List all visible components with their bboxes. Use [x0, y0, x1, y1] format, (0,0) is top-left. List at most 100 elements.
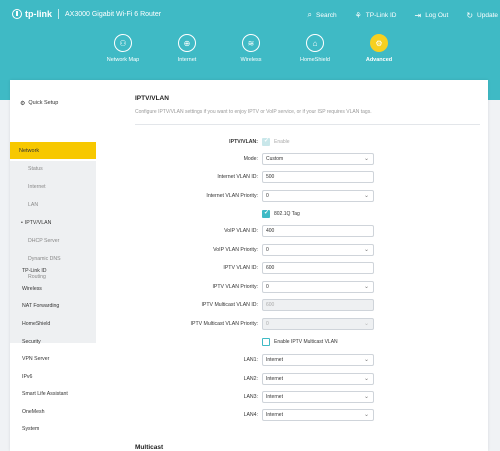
iptv-vlan-priority-value: 0	[266, 284, 269, 290]
lan2-select[interactable]: Internet ⌄	[262, 373, 374, 385]
sidebar-item-system[interactable]: System	[10, 421, 96, 437]
update-link[interactable]: ↻ Update	[466, 10, 498, 20]
search-icon: ⌕	[307, 10, 312, 19]
multicast-vlan-id-row: IPTV Multicast VLAN ID: 600	[135, 299, 480, 311]
lan3-value: Internet	[266, 394, 283, 400]
lan1-label: LAN1:	[243, 357, 258, 363]
lan4-row: LAN4: Internet ⌄	[135, 409, 480, 421]
search-label: Search	[316, 11, 337, 19]
nav-network-map[interactable]: ⚇ Network Map	[93, 32, 153, 63]
nav-label: Wireless	[240, 57, 262, 63]
update-label: Update	[477, 11, 498, 19]
internet-vlan-id-row: Internet VLAN ID: 500	[135, 171, 480, 183]
wifi-icon: ≋	[242, 34, 260, 52]
enable-multicast-checkbox[interactable]	[262, 338, 270, 346]
mode-label: Mode:	[243, 156, 258, 162]
multicast-vlan-priority-select[interactable]: 0 ⌄	[262, 318, 374, 330]
chevron-down-icon: ⌄	[363, 156, 369, 162]
chevron-down-icon: ⌄	[363, 394, 369, 400]
main-nav: ⚇ Network Map ⊕ Internet ≋ Wireless ⌂ Ho…	[0, 32, 500, 72]
iptv-vlan-id-row: IPTV VLAN ID: 600	[135, 262, 480, 274]
sidebar-item-network[interactable]: Network	[10, 142, 96, 159]
sidebar-item-security[interactable]: Security	[10, 334, 96, 350]
tp-link-id-link[interactable]: ⚘ TP-Link ID	[355, 10, 397, 20]
submenu-lan[interactable]: LAN	[10, 197, 96, 213]
multicast-vlan-priority-row: IPTV Multicast VLAN Priority: 0 ⌄	[135, 318, 480, 330]
sidebar-item-onemesh[interactable]: OneMesh	[10, 404, 96, 420]
lan3-select[interactable]: Internet ⌄	[262, 391, 374, 403]
chevron-down-icon: ⌄	[363, 193, 369, 199]
chevron-down-icon: ⌄	[363, 284, 369, 290]
gear-icon: ⚙	[370, 34, 388, 52]
globe-icon: ⊕	[178, 34, 196, 52]
voip-vlan-priority-value: 0	[266, 247, 269, 253]
submenu-internet[interactable]: Internet	[10, 179, 96, 195]
iptv-vlan-id-field[interactable]: 600	[262, 262, 374, 274]
tag-checkbox[interactable]	[262, 209, 270, 218]
nav-homeshield[interactable]: ⌂ HomeShield	[285, 32, 345, 63]
person-icon: ⚘	[354, 10, 362, 20]
lan2-label: LAN2:	[243, 376, 258, 382]
internet-vlan-priority-select[interactable]: 0 ⌄	[262, 190, 374, 202]
chevron-down-icon: ⌄	[363, 376, 369, 382]
search-link[interactable]: ⌕ Search	[308, 10, 337, 20]
sidebar-item-vpn-server[interactable]: VPN Server	[10, 351, 96, 367]
multicast-vlan-id-label: IPTV Multicast VLAN ID:	[201, 302, 258, 308]
nav-label: Internet	[177, 57, 197, 63]
multicast-vlan-priority-label: IPTV Multicast VLAN Priority:	[190, 321, 258, 327]
tp-link-logo[interactable]: tp-link AX3000 Gigabit Wi-Fi 6 Router	[12, 9, 161, 19]
nav-advanced[interactable]: ⚙ Advanced	[349, 32, 409, 63]
enable-checkbox[interactable]	[262, 137, 270, 146]
lan1-select[interactable]: Internet ⌄	[262, 354, 374, 366]
lan4-label: LAN4:	[243, 412, 258, 418]
gear-icon: ⚙	[20, 100, 26, 107]
logo-divider	[58, 9, 59, 19]
internet-vlan-id-field[interactable]: 500	[262, 171, 374, 183]
tp-link-id-label: TP-Link ID	[365, 11, 397, 19]
iptv-vlan-priority-select[interactable]: 0 ⌄	[262, 281, 374, 293]
enable-label: Enable	[274, 139, 290, 145]
nav-internet[interactable]: ⊕ Internet	[157, 32, 217, 63]
sidebar-item-wireless[interactable]: Wireless	[10, 281, 96, 297]
tag-row: 802.1Q Tag	[135, 208, 480, 220]
submenu-iptv-vlan[interactable]: IPTV/VLAN	[10, 215, 96, 231]
nav-label: Advanced	[365, 57, 393, 63]
lan4-select[interactable]: Internet ⌄	[262, 409, 374, 421]
lan3-label: LAN3:	[243, 394, 258, 400]
voip-vlan-id-label: VoIP VLAN ID:	[224, 228, 258, 234]
voip-vlan-priority-select[interactable]: 0 ⌄	[262, 244, 374, 256]
submenu-status[interactable]: Status	[10, 161, 96, 177]
mode-select[interactable]: Custom ⌄	[262, 153, 374, 165]
sidebar-item-tp-link-id[interactable]: TP-Link ID	[10, 263, 96, 279]
logout-label: Log Out	[425, 11, 449, 19]
voip-vlan-id-row: VoIP VLAN ID: 400	[135, 225, 480, 237]
tag-label: 802.1Q Tag	[274, 211, 300, 217]
logout-link[interactable]: ⇥ Log Out	[414, 10, 448, 20]
settings-panel: ⚙ Quick Setup Network Status Internet LA…	[10, 80, 488, 451]
sidebar-item-ipv6[interactable]: IPv6	[10, 369, 96, 385]
internet-vlan-priority-label: Internet VLAN Priority:	[206, 193, 258, 199]
sidebar-item-smart-life-assistant[interactable]: Smart Life Assistant	[10, 386, 96, 402]
chevron-down-icon: ⌄	[363, 357, 369, 363]
sidebar: ⚙ Quick Setup Network Status Internet LA…	[10, 80, 96, 451]
lan2-value: Internet	[266, 376, 283, 382]
submenu-dhcp-server[interactable]: DHCP Server	[10, 233, 96, 249]
page-description: Configure IPTV/VLAN settings if you want…	[135, 109, 372, 115]
voip-vlan-priority-label: VoIP VLAN Priority:	[213, 247, 258, 253]
lan1-row: LAN1: Internet ⌄	[135, 354, 480, 366]
sidebar-item-quick-setup[interactable]: ⚙ Quick Setup	[10, 96, 96, 110]
lan1-value: Internet	[266, 357, 283, 363]
voip-vlan-id-field[interactable]: 400	[262, 225, 374, 237]
lan2-row: LAN2: Internet ⌄	[135, 373, 480, 385]
sidebar-item-homeshield[interactable]: HomeShield	[10, 316, 96, 332]
sidebar-item-label: Network	[19, 147, 40, 154]
sidebar-item-nat-forwarding[interactable]: NAT Forwarding	[10, 298, 96, 314]
router-model-name: AX3000 Gigabit Wi-Fi 6 Router	[65, 10, 162, 18]
brand-name: tp-link	[25, 9, 52, 19]
multicast-vlan-id-field[interactable]: 600	[262, 299, 374, 311]
nav-wireless[interactable]: ≋ Wireless	[221, 32, 281, 63]
top-links: ⌕ Search ⚘ TP-Link ID ⇥ Log Out ↻ Update	[290, 10, 498, 20]
lan3-row: LAN3: Internet ⌄	[135, 391, 480, 403]
iptv-vlan-id-label: IPTV VLAN ID:	[223, 265, 258, 271]
internet-vlan-priority-value: 0	[266, 193, 269, 199]
